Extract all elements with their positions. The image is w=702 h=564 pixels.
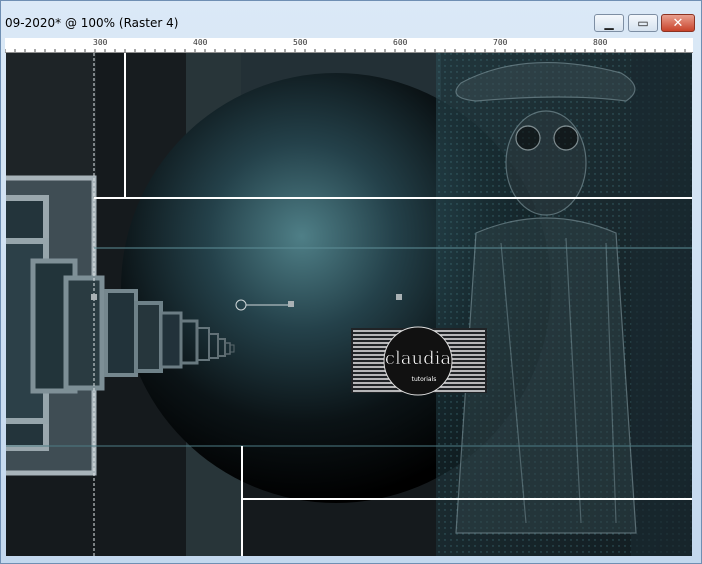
image-canvas[interactable]: claudia tutorials [6, 53, 692, 556]
window-title: 09-2020* @ 100% (Raster 4) [5, 16, 179, 30]
title-bar[interactable]: 09-2020* @ 100% (Raster 4) ▁ ▭ ✕ [1, 1, 701, 35]
ruler-label-700: 700 [493, 38, 508, 47]
ruler-label-300: 300 [93, 38, 108, 47]
top-left-panel [6, 53, 96, 178]
handle-square-right[interactable] [288, 301, 294, 307]
watermark-subtitle: tutorials [412, 376, 437, 383]
ruler-label-800: 800 [593, 38, 608, 47]
watermark-title: claudia [385, 348, 451, 369]
horizontal-ruler[interactable]: 300 400 500 600 700 800 [5, 38, 693, 53]
ruler-label-500: 500 [293, 38, 308, 47]
handle-square-far[interactable] [396, 294, 402, 300]
ruler-label-600: 600 [393, 38, 408, 47]
ruler-label-400: 400 [193, 38, 208, 47]
close-icon: ✕ [672, 15, 684, 31]
image-document-window: 09-2020* @ 100% (Raster 4) ▁ ▭ ✕ 300 400… [0, 0, 702, 564]
minimize-button[interactable]: ▁ [594, 14, 624, 32]
close-button[interactable]: ✕ [661, 14, 695, 32]
right-edge-strip [631, 53, 692, 556]
maximize-icon: ▭ [637, 16, 649, 30]
watermark: claudia tutorials [351, 326, 487, 396]
minimize-icon: ▁ [604, 16, 614, 30]
ruler-ticks [5, 49, 686, 52]
handle-square-left[interactable] [91, 294, 97, 300]
maximize-button[interactable]: ▭ [628, 14, 658, 32]
canvas-artwork: claudia tutorials [6, 53, 692, 556]
